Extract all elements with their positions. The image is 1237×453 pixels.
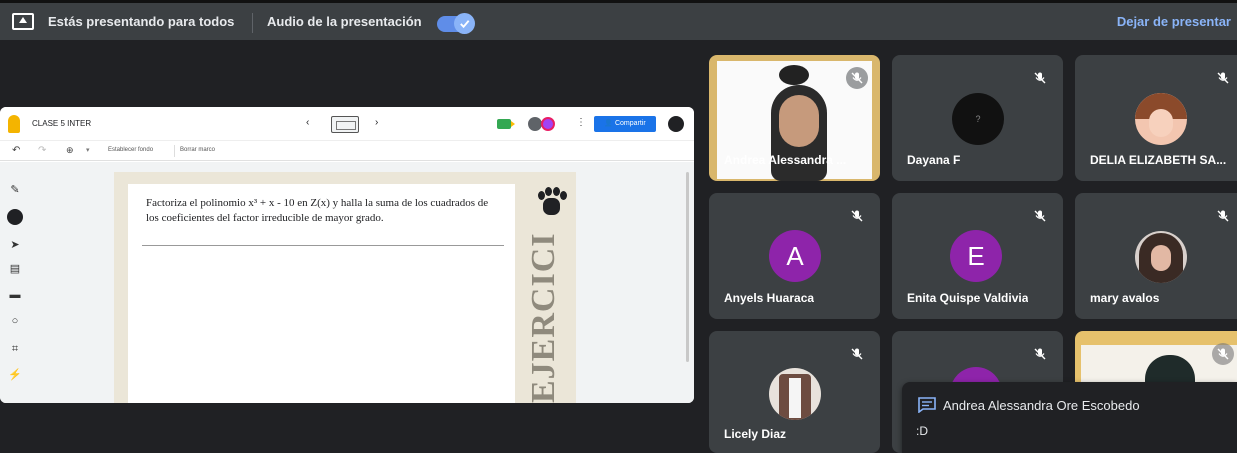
participant-name: Andrea Alessandra ... bbox=[724, 153, 847, 167]
text-box-icon[interactable]: ⌗ bbox=[8, 342, 22, 356]
sticky-note-icon[interactable]: ▤ bbox=[8, 262, 22, 276]
eraser-icon[interactable] bbox=[7, 209, 23, 225]
jamboard-header: CLASE 5 INTER ‹ › ⋮ 👤 Compartir bbox=[0, 107, 694, 141]
presentation-audio-toggle[interactable] bbox=[437, 13, 475, 34]
participant-name: mary avalos bbox=[1090, 291, 1160, 305]
more-options-icon[interactable]: ⋮ bbox=[576, 117, 586, 128]
chat-sender-name: Andrea Alessandra Ore Escobedo bbox=[943, 398, 1140, 413]
muted-icon bbox=[1212, 205, 1234, 227]
participant-name: Licely Diaz bbox=[724, 427, 787, 441]
set-background-button[interactable]: Establecer fondo bbox=[108, 147, 153, 153]
presentation-audio-label: Audio de la presentación bbox=[267, 14, 422, 29]
avatar bbox=[1135, 93, 1187, 145]
present-screen-icon bbox=[12, 13, 34, 30]
muted-icon bbox=[846, 67, 868, 89]
chevron-down-icon[interactable]: ▾ bbox=[86, 146, 90, 154]
stop-presenting-button[interactable]: Dejar de presentar bbox=[1117, 14, 1231, 29]
participant-tile[interactable]: A Anyels Huaraca bbox=[709, 193, 880, 319]
avatar: ? bbox=[952, 93, 1004, 145]
avatar: E bbox=[950, 230, 1002, 282]
person-face bbox=[779, 95, 819, 147]
muted-icon bbox=[846, 343, 868, 365]
participant-name: DELIA ELIZABETH SA... bbox=[1090, 153, 1227, 167]
chat-message-icon bbox=[918, 397, 936, 413]
participant-tile[interactable]: E Enita Quispe Valdivia bbox=[892, 193, 1063, 319]
participant-tile[interactable]: DELIA ELIZABETH SA... bbox=[1075, 55, 1237, 181]
shape-icon[interactable]: ○ bbox=[8, 314, 22, 328]
jamboard-title: CLASE 5 INTER bbox=[32, 119, 92, 128]
chat-message-text: :D bbox=[916, 424, 928, 438]
participant-tile[interactable]: Licely Diaz bbox=[709, 331, 880, 453]
muted-icon bbox=[1029, 67, 1051, 89]
divider bbox=[252, 13, 253, 33]
zoom-icon[interactable]: ⊕ bbox=[66, 145, 74, 156]
presenting-bar: Estás presentando para todos Audio de la… bbox=[0, 0, 1237, 40]
participant-name: Enita Quispe Valdivia bbox=[907, 291, 1029, 305]
collaborator-avatar bbox=[541, 117, 555, 131]
presenting-status-text: Estás presentando para todos bbox=[48, 14, 235, 29]
divider-line bbox=[142, 245, 504, 246]
avatar bbox=[1135, 231, 1187, 283]
jamboard-toolbar: ↶ ↷ ⊕ ▾ Establecer fondo Borrar marco bbox=[0, 141, 694, 161]
shared-screen: CLASE 5 INTER ‹ › ⋮ 👤 Compartir ↶ ↷ ⊕ ▾ … bbox=[0, 107, 694, 403]
chat-notification[interactable]: Andrea Alessandra Ore Escobedo :D bbox=[902, 382, 1237, 453]
problem-statement: Factoriza el polinomio x³ + x - 10 en Z(… bbox=[146, 197, 489, 224]
frame-thumbnail[interactable] bbox=[331, 116, 359, 133]
participant-tile[interactable]: Andrea Alessandra ... bbox=[709, 55, 880, 181]
clear-frame-button[interactable]: Borrar marco bbox=[180, 147, 215, 153]
participant-name: Anyels Huaraca bbox=[724, 291, 815, 305]
exercise-title: EJERCICIO 9 bbox=[525, 231, 562, 403]
image-icon[interactable]: ▬ bbox=[8, 288, 22, 302]
muted-icon bbox=[1212, 343, 1234, 365]
muted-icon bbox=[1029, 343, 1051, 365]
avatar-text: ? bbox=[975, 114, 981, 124]
avatar: A bbox=[769, 230, 821, 282]
scrollbar[interactable] bbox=[686, 172, 689, 362]
meet-icon[interactable] bbox=[497, 119, 515, 129]
collaborator-avatar bbox=[528, 117, 542, 131]
share-label: Compartir bbox=[614, 120, 646, 127]
tool-sidebar: ✎ ➤ ▤ ▬ ○ ⌗ ⚡ bbox=[0, 162, 30, 403]
participant-name: Dayana F bbox=[907, 153, 961, 167]
next-frame-icon[interactable]: › bbox=[375, 117, 378, 128]
muted-icon bbox=[1029, 205, 1051, 227]
select-icon[interactable]: ➤ bbox=[8, 238, 22, 252]
paw-icon bbox=[534, 187, 568, 217]
undo-icon[interactable]: ↶ bbox=[12, 145, 20, 156]
check-icon bbox=[454, 13, 475, 34]
divider bbox=[174, 145, 175, 157]
share-button[interactable]: 👤 Compartir bbox=[594, 116, 656, 132]
redo-icon[interactable]: ↷ bbox=[38, 145, 46, 156]
laser-icon[interactable]: ⚡ bbox=[8, 368, 22, 382]
account-avatar[interactable] bbox=[668, 116, 684, 132]
muted-icon bbox=[846, 205, 868, 227]
jamboard-logo-icon bbox=[8, 115, 20, 133]
pen-icon[interactable]: ✎ bbox=[8, 183, 22, 197]
participant-tile[interactable]: mary avalos bbox=[1075, 193, 1237, 319]
logo-icon bbox=[779, 65, 809, 85]
avatar bbox=[769, 368, 821, 420]
previous-frame-icon[interactable]: ‹ bbox=[306, 117, 309, 128]
muted-icon bbox=[1212, 67, 1234, 89]
participant-tile[interactable]: ? Dayana F bbox=[892, 55, 1063, 181]
